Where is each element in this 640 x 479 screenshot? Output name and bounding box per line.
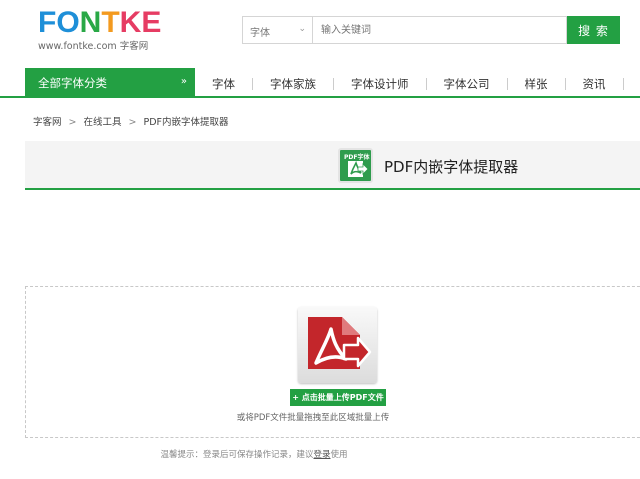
breadcrumb-current: PDF内嵌字体提取器: [143, 117, 229, 128]
chevron-down-icon: ⌄: [298, 24, 306, 34]
site-logo[interactable]: FONTKE www.fontke.com 字客网: [38, 6, 168, 53]
tool-title-bar: PDF字体 PDF内嵌字体提取器: [25, 141, 640, 190]
nav-item-fonts[interactable]: 字体: [212, 68, 235, 98]
nav-item-specimens[interactable]: 样张: [525, 68, 548, 98]
all-categories-label: 全部字体分类: [38, 76, 107, 90]
nav-divider: [622, 78, 624, 90]
login-link[interactable]: 登录: [313, 450, 330, 460]
breadcrumb-separator: >: [128, 117, 137, 128]
breadcrumb: 字客网 > 在线工具 > PDF内嵌字体提取器: [33, 114, 228, 128]
search-button[interactable]: 搜 索: [567, 16, 620, 44]
search-input[interactable]: [312, 16, 567, 44]
logo-subtitle: www.fontke.com 字客网: [38, 41, 149, 52]
login-tip: 温馨提示：登录后可保存操作记录，建议登录使用: [0, 448, 508, 460]
upload-drop-zone[interactable]: + 点击批量上传PDF文件 或将PDF文件批量拖拽至此区域批量上传: [25, 286, 640, 438]
breadcrumb-separator: >: [68, 117, 77, 128]
pdf-font-tool-icon: PDF字体: [338, 148, 373, 183]
nav-divider: [252, 78, 253, 90]
double-chevron-down-icon: »: [180, 76, 187, 87]
batch-upload-button[interactable]: + 点击批量上传PDF文件: [290, 389, 386, 406]
search-type-select[interactable]: 字体 ⌄: [242, 16, 312, 44]
nav-items: 字体 字体家族 字体设计师 字体公司 样张 资讯 工具: [195, 68, 640, 98]
nav-divider: [506, 78, 508, 90]
search-bar: 字体 ⌄ 搜 索: [242, 16, 620, 44]
nav-divider: [333, 78, 334, 90]
nav-item-font-families[interactable]: 字体家族: [270, 68, 316, 98]
drag-drop-hint: 或将PDF文件批量拖拽至此区域批量上传: [236, 413, 390, 423]
logo-wordmark: FONTKE: [38, 6, 162, 39]
nav-item-foundries[interactable]: 字体公司: [444, 68, 490, 98]
page-title: PDF内嵌字体提取器: [384, 158, 519, 176]
breadcrumb-home[interactable]: 字客网: [33, 117, 62, 128]
login-tip-suffix: 使用: [330, 450, 348, 460]
nav-divider: [564, 78, 566, 90]
main-nav: 全部字体分类 » 字体 字体家族 字体设计师 字体公司 样张 资讯 工具: [0, 68, 640, 98]
all-categories-menu[interactable]: 全部字体分类 »: [25, 68, 195, 98]
breadcrumb-online-tools[interactable]: 在线工具: [83, 117, 121, 128]
pdf-file-icon[interactable]: [298, 307, 377, 383]
search-type-label: 字体: [250, 28, 270, 39]
nav-item-designers[interactable]: 字体设计师: [351, 68, 409, 98]
nav-divider: [425, 78, 427, 90]
login-tip-prefix: 温馨提示：登录后可保存操作记录，建议: [160, 450, 314, 460]
nav-item-news[interactable]: 资讯: [583, 68, 606, 98]
